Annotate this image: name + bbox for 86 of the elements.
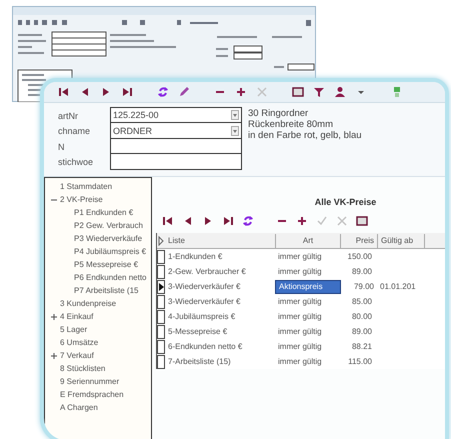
tree-item[interactable]: P5 Messepreise € — [74, 258, 138, 271]
tree-item[interactable]: P7 Arbeitsliste (15 — [74, 284, 138, 297]
table-cell-text: 85.00 — [350, 297, 373, 306]
description-text: in den Farbe rot, gelb, blau — [248, 130, 362, 141]
table-cell-text: 79.00 — [352, 282, 375, 291]
input-field[interactable]: ORDNER — [110, 122, 242, 139]
plus-icon[interactable] — [235, 86, 247, 98]
table-cell-text: 4-Jubiläumspreis € — [167, 312, 236, 321]
filter-icon[interactable] — [313, 86, 325, 98]
expand-icon[interactable] — [51, 314, 57, 320]
tree-item[interactable]: E Fremdsprachen — [60, 388, 124, 401]
row-selector[interactable] — [157, 354, 165, 368]
tree-item[interactable]: 1 Stammdaten — [60, 180, 112, 193]
table-cell-text: 5-Messepreise € — [167, 327, 228, 336]
plus-icon[interactable] — [296, 215, 308, 227]
tree-item[interactable]: 9 Seriennummer — [60, 375, 120, 388]
last-record-icon[interactable] — [222, 215, 234, 227]
input-field[interactable]: 125.225-00 — [110, 106, 242, 124]
tree-item[interactable]: 5 Lager — [60, 323, 88, 336]
table-cell-text: immer gültig — [277, 312, 323, 321]
table-cell-text: immer gültig — [277, 297, 323, 306]
table-cell-text: 2-Gew. Verbraucher € — [167, 267, 247, 276]
dropdown-button[interactable] — [231, 110, 239, 120]
check-icon[interactable] — [316, 215, 328, 227]
table-cell-text: immer gültig — [277, 342, 323, 351]
field-label: stichwoe — [57, 157, 94, 168]
tree-item[interactable]: A Chargen — [60, 401, 98, 414]
refresh-icon[interactable] — [157, 86, 169, 98]
table-cell-text: 1-Endkunden € — [167, 252, 224, 261]
field-label: chname — [57, 126, 92, 136]
field-label: N — [57, 142, 66, 152]
table-cell-text: 150.00 — [346, 252, 373, 261]
collapse-icon[interactable] — [51, 196, 57, 202]
tree-item[interactable]: P1 Endkunden € — [74, 206, 134, 219]
tree-item[interactable]: P2 Gew. Verbrauch — [74, 219, 143, 232]
table-cell-text: immer gültig — [277, 327, 323, 336]
table-cell-text: 89.00 — [350, 327, 373, 336]
column-header[interactable]: Liste — [165, 234, 276, 248]
row-selector[interactable] — [157, 324, 165, 338]
tree-item[interactable]: 8 Stücklisten — [60, 362, 106, 375]
table-cell-text: 01.01.201 — [379, 282, 417, 291]
field-label: artNr — [57, 110, 79, 121]
table-title: Alle VK-Preise — [314, 196, 378, 209]
column-header[interactable]: Preis — [341, 234, 378, 248]
row-selector-header — [157, 234, 165, 248]
monitor-icon[interactable] — [292, 86, 304, 98]
first-record-icon[interactable] — [162, 215, 174, 227]
row-selector[interactable] — [157, 340, 165, 354]
table-cell: Aktionspreis — [275, 280, 341, 294]
tree-item[interactable]: 4 Einkauf — [60, 310, 94, 323]
table-cell-text: 88.21 — [350, 342, 373, 351]
table-cell-text: 3-Wiederverkäufer € — [167, 297, 242, 306]
tree-item[interactable]: 2 VK-Preise — [60, 193, 103, 206]
table-cell-text: 80.00 — [350, 312, 373, 321]
tree-item[interactable]: 7 Verkauf — [60, 349, 94, 362]
input-field[interactable] — [110, 153, 242, 170]
tree-item[interactable]: 3 Kundenpreise — [60, 297, 116, 310]
person-icon[interactable] — [334, 86, 346, 98]
expand-icon[interactable] — [51, 352, 57, 358]
table-cell-text: 6-Endkunden netto € — [167, 342, 244, 351]
monitor-icon[interactable] — [356, 215, 368, 227]
refresh-icon[interactable] — [242, 215, 254, 227]
current-row-icon[interactable] — [157, 280, 165, 294]
first-record-icon[interactable] — [58, 86, 70, 98]
column-header[interactable]: Art — [276, 234, 341, 248]
table-cell-text: immer gültig — [277, 252, 323, 261]
column-header[interactable]: Gültig ab — [378, 234, 425, 248]
pencil-icon[interactable] — [178, 86, 190, 98]
tree-item[interactable]: P4 Jubiläumspreis € — [74, 245, 146, 258]
row-selector[interactable] — [157, 310, 165, 324]
last-record-icon[interactable] — [121, 86, 133, 98]
description-text: 30 Ringordner — [248, 108, 310, 119]
row-selector[interactable] — [157, 264, 165, 278]
table-cell-text: 7-Arbeitsliste (15) — [167, 357, 232, 366]
tree-item[interactable]: P3 Wiederverkäufe — [74, 232, 142, 245]
table-cell-text: 89.00 — [350, 267, 373, 276]
row-selector[interactable] — [157, 250, 165, 264]
dropdown-button[interactable] — [231, 126, 239, 136]
row-selector[interactable] — [157, 294, 165, 308]
tree-item[interactable]: 6 Umsätze — [60, 336, 98, 349]
tree-item[interactable]: P6 Endkunden netto — [74, 271, 147, 284]
table-cell-text: immer gültig — [277, 267, 323, 276]
description-text: Rückenbreite 80mm — [248, 119, 334, 130]
table-cell-text: 115.00 — [347, 357, 373, 366]
table-cell-text: 3-Wiederverkäufer € — [167, 282, 242, 291]
table-cell-text: immer gültig — [277, 357, 323, 366]
